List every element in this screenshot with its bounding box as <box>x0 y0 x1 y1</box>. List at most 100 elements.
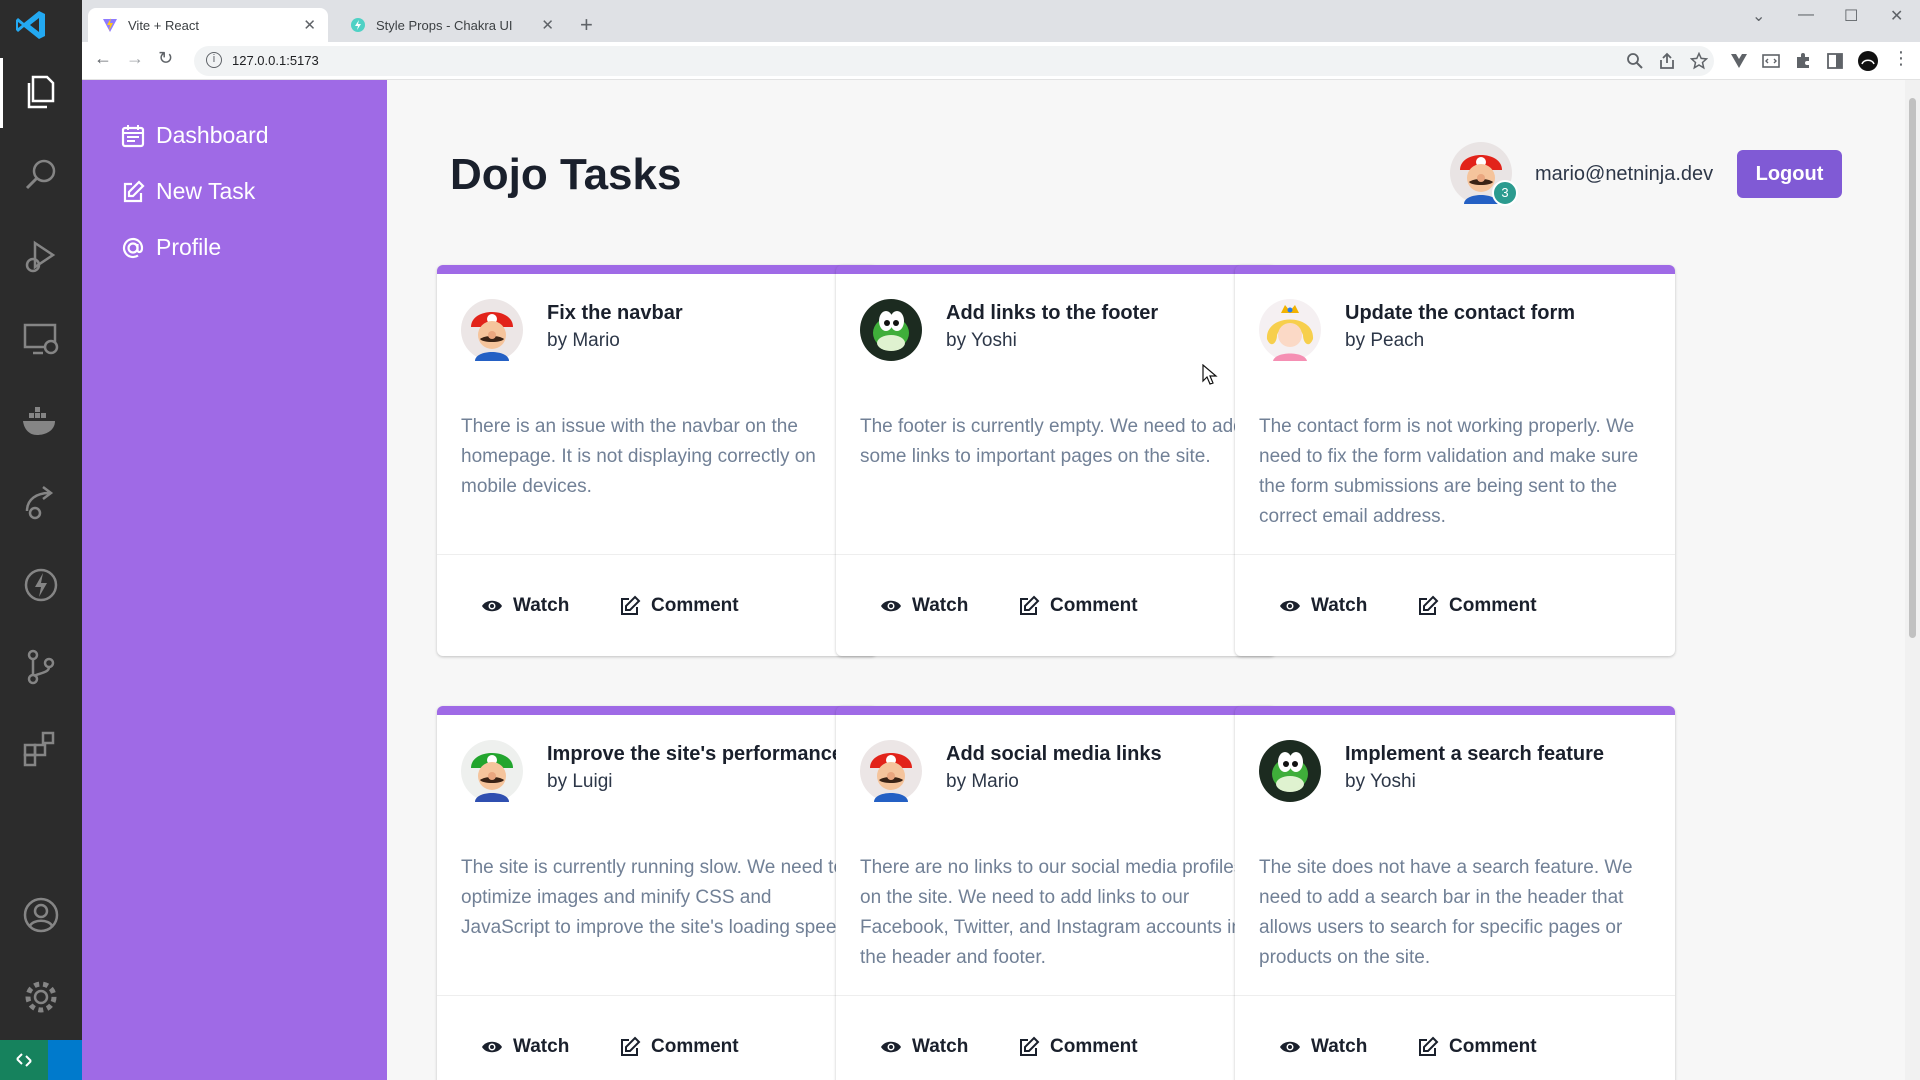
tab-label: Vite + React <box>128 17 199 33</box>
url-text: 127.0.0.1:5173 <box>232 53 319 68</box>
watch-button[interactable]: Watch <box>880 1036 968 1058</box>
back-icon[interactable]: ← <box>94 48 112 69</box>
notification-badge: 3 <box>1492 180 1518 206</box>
comment-label: Comment <box>1050 1036 1138 1057</box>
task-title: Implement a search feature <box>1345 743 1604 765</box>
sidebar-item-profile[interactable]: Profile <box>120 234 221 261</box>
explorer-icon[interactable] <box>0 58 82 128</box>
task-author: by Mario <box>547 330 620 351</box>
watch-label: Watch <box>912 1036 969 1057</box>
edit-icon <box>621 1036 641 1056</box>
task-description: The site does not have a search feature.… <box>1259 857 1633 968</box>
watch-button[interactable]: Watch <box>880 595 968 617</box>
source-control-icon[interactable] <box>0 632 82 702</box>
remote-status-button[interactable] <box>0 1040 48 1080</box>
comment-label: Comment <box>1050 595 1138 616</box>
remote-explorer-icon[interactable] <box>0 304 82 374</box>
live-share-icon[interactable] <box>0 468 82 538</box>
sidebar-item-label: Profile <box>156 234 222 260</box>
eye-icon <box>1280 600 1300 612</box>
task-card: Add social media links by Mario There are … <box>836 706 1276 1080</box>
task-description: There are no links to our social media p… <box>860 857 1244 968</box>
tab-search-chevron-icon[interactable]: ⌄ <box>1752 6 1765 26</box>
sidebar-item-label: Dashboard <box>156 122 269 148</box>
bookmark-star-icon[interactable] <box>1690 52 1708 70</box>
side-panel-icon[interactable] <box>1826 52 1844 70</box>
new-tab-button[interactable]: + <box>580 12 593 38</box>
watch-label: Watch <box>912 595 969 616</box>
watch-button[interactable]: Watch <box>481 595 569 617</box>
task-card: Fix the navbar by Mario There is an issue … <box>437 265 877 656</box>
sidebar-item-dashboard[interactable]: Dashboard <box>120 122 269 149</box>
settings-gear-icon[interactable] <box>0 962 82 1032</box>
task-title: Improve the site's performance <box>547 743 843 765</box>
task-author: by Yoshi <box>946 330 1017 351</box>
profile-avatar-icon[interactable] <box>1858 51 1878 71</box>
eye-icon <box>482 1041 502 1053</box>
calendar-icon <box>121 124 145 147</box>
comment-button[interactable]: Comment <box>619 595 739 617</box>
accounts-icon[interactable] <box>0 880 82 950</box>
run-debug-icon[interactable] <box>0 222 82 292</box>
task-card: Update the contact form by Peach The conta… <box>1235 265 1675 656</box>
maximize-button[interactable]: ☐ <box>1844 6 1858 26</box>
reload-icon[interactable]: ↻ <box>158 48 173 69</box>
vue-devtools-icon[interactable] <box>1730 52 1748 70</box>
extensions-puzzle-icon[interactable] <box>1794 52 1812 70</box>
sidebar-item-new-task[interactable]: New Task <box>120 178 255 205</box>
sidebar-item-label: New Task <box>156 178 256 204</box>
docker-icon[interactable] <box>0 386 82 456</box>
watch-button[interactable]: Watch <box>481 1036 569 1058</box>
zoom-icon[interactable] <box>1626 52 1644 70</box>
tab-close-icon[interactable]: ✕ <box>541 16 554 34</box>
comment-label: Comment <box>651 1036 739 1057</box>
vite-favicon-icon <box>103 18 117 32</box>
browser-menu-icon[interactable]: ⋮ <box>1892 48 1910 69</box>
card-divider <box>437 995 877 996</box>
logout-button[interactable]: Logout <box>1737 150 1842 198</box>
vscode-activity-bar <box>0 0 82 1080</box>
scrollbar-thumb[interactable] <box>1909 98 1916 638</box>
at-icon <box>122 237 144 258</box>
author-avatar <box>461 299 523 361</box>
thunder-client-icon[interactable] <box>0 550 82 620</box>
page-scrollbar[interactable] <box>1905 80 1920 1080</box>
task-title: Update the contact form <box>1345 302 1576 324</box>
author-avatar <box>860 740 922 802</box>
mouse-cursor-icon <box>1202 364 1218 385</box>
tab-chakra-ui[interactable]: Style Props - Chakra UI ✕ <box>336 8 566 42</box>
close-window-button[interactable]: ✕ <box>1890 6 1903 26</box>
share-icon[interactable] <box>1658 52 1676 70</box>
forward-icon[interactable]: → <box>126 48 144 69</box>
card-divider <box>437 554 877 555</box>
comment-button[interactable]: Comment <box>1018 595 1138 617</box>
devtools-extension-icon[interactable] <box>1762 52 1780 70</box>
watch-label: Watch <box>513 1036 570 1057</box>
comment-button[interactable]: Comment <box>1417 595 1537 617</box>
tab-vite-react[interactable]: Vite + React ✕ <box>88 8 328 42</box>
task-author: by Luigi <box>547 771 613 792</box>
vscode-logo-icon <box>16 11 45 39</box>
search-icon[interactable] <box>0 140 82 210</box>
task-author: by Mario <box>946 771 1019 792</box>
task-title: Fix the navbar <box>547 302 683 324</box>
address-bar[interactable]: i 127.0.0.1:5173 <box>194 46 1714 76</box>
comment-button[interactable]: Comment <box>619 1036 739 1058</box>
watch-label: Watch <box>1311 595 1368 616</box>
watch-button[interactable]: Watch <box>1279 1036 1367 1058</box>
author-avatar <box>1259 299 1321 361</box>
comment-button[interactable]: Comment <box>1018 1036 1138 1058</box>
minimize-button[interactable]: — <box>1798 6 1814 24</box>
comment-button[interactable]: Comment <box>1417 1036 1537 1058</box>
eye-icon <box>881 600 901 612</box>
tab-close-icon[interactable]: ✕ <box>303 16 316 34</box>
task-description: There is an issue with the navbar on the… <box>461 416 816 497</box>
watch-label: Watch <box>1311 1036 1368 1057</box>
main-content: Dojo Tasks 3 mario@netninja.dev Logout F… <box>387 80 1905 1080</box>
task-title: Add social media links <box>946 743 1162 765</box>
author-avatar <box>1259 740 1321 802</box>
extensions-icon[interactable] <box>0 714 82 784</box>
edit-icon <box>621 595 641 615</box>
watch-button[interactable]: Watch <box>1279 595 1367 617</box>
site-info-icon[interactable]: i <box>206 52 222 68</box>
